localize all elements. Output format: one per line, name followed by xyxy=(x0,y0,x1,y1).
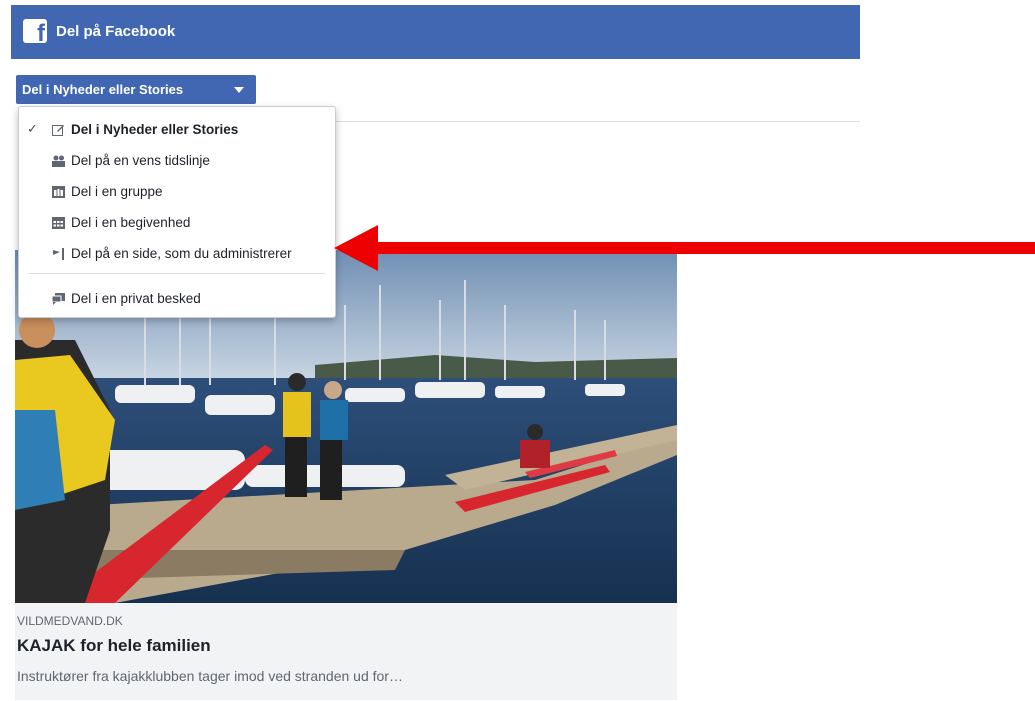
menu-item-friend-timeline[interactable]: Del på en vens tidslinje xyxy=(19,147,335,173)
group-icon xyxy=(52,185,65,198)
link-description: Instruktører fra kajakklubben tager imod… xyxy=(17,668,403,684)
menu-item-label: Del i en begivenhed xyxy=(71,215,191,230)
edit-icon xyxy=(52,123,65,136)
link-preview-caption[interactable]: VILDMEDVAND.DK KAJAK for hele familien I… xyxy=(15,603,677,700)
menu-separator xyxy=(29,273,325,274)
caret-down-icon xyxy=(234,87,244,93)
menu-item-news-feed[interactable]: ✓ Del i Nyheder eller Stories xyxy=(19,116,335,142)
menu-item-private-message[interactable]: Del i en privat besked xyxy=(19,285,335,311)
friends-icon xyxy=(52,154,65,167)
calendar-icon xyxy=(52,216,65,229)
menu-item-page[interactable]: Del på en side, som du administrerer xyxy=(19,240,335,266)
message-icon xyxy=(51,292,65,305)
share-destination-label: Del i Nyheder eller Stories xyxy=(22,82,184,97)
menu-item-event[interactable]: Del i en begivenhed xyxy=(19,209,335,235)
checkmark-icon: ✓ xyxy=(27,121,38,136)
page-flag-icon xyxy=(52,247,65,260)
share-destination-button[interactable]: Del i Nyheder eller Stories xyxy=(16,75,256,104)
header-divider xyxy=(258,121,860,122)
menu-item-label: Del i Nyheder eller Stories xyxy=(71,122,239,137)
menu-item-label: Del på en vens tidslinje xyxy=(71,153,210,168)
menu-item-group[interactable]: Del i en gruppe xyxy=(19,178,335,204)
dialog-title: Del på Facebook xyxy=(56,23,176,40)
link-title: KAJAK for hele familien xyxy=(17,636,211,655)
dialog-header: f Del på Facebook xyxy=(11,5,860,59)
red-arrow-annotation xyxy=(334,223,1035,273)
menu-item-label: Del i en privat besked xyxy=(71,291,201,306)
menu-item-label: Del i en gruppe xyxy=(71,184,163,199)
share-destination-menu: ✓ Del i Nyheder eller Stories Del på en … xyxy=(18,106,336,318)
menu-item-label: Del på en side, som du administrerer xyxy=(71,246,292,261)
link-domain: VILDMEDVAND.DK xyxy=(17,614,123,628)
facebook-logo-icon: f xyxy=(23,19,47,43)
